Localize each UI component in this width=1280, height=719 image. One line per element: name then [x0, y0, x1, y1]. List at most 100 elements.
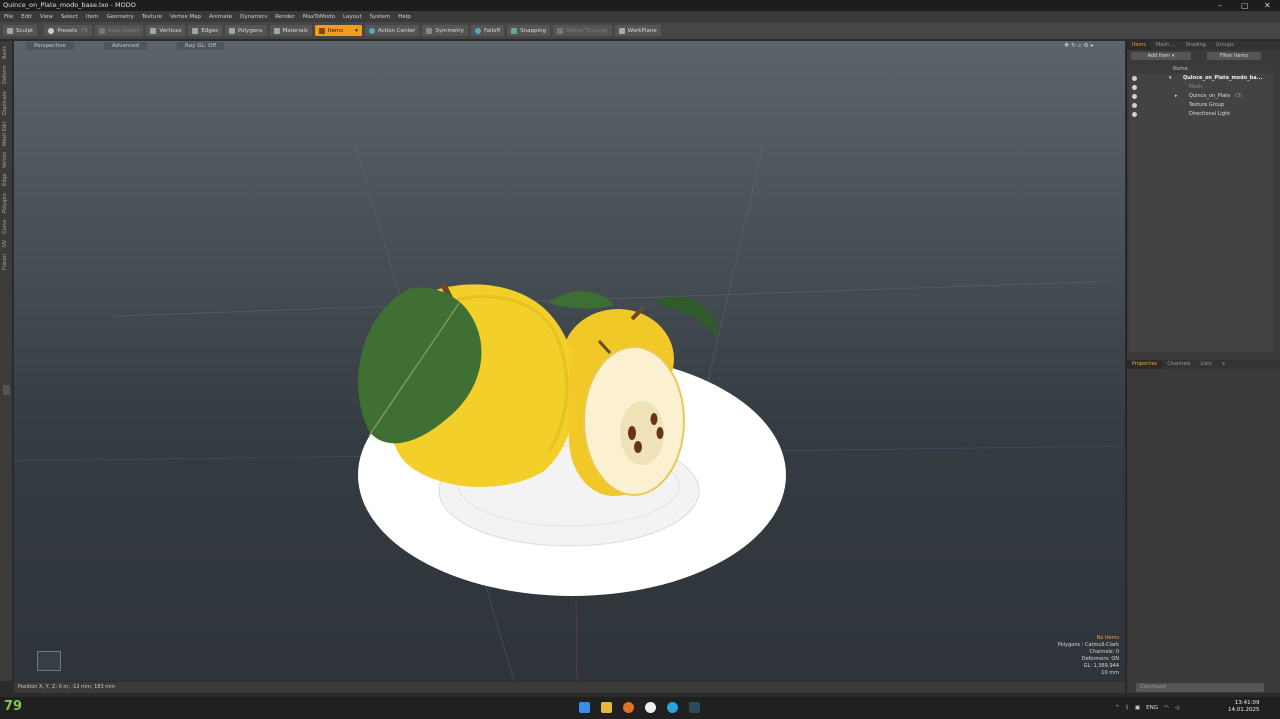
tab-shading[interactable]: Shading	[1181, 41, 1211, 50]
falloff-button[interactable]: Falloff	[470, 25, 505, 36]
minimize-icon[interactable]: –	[1218, 0, 1222, 11]
auto-select-button[interactable]: Auto Select	[94, 25, 144, 36]
presets-button[interactable]: Presets F6	[44, 25, 92, 36]
add-tab-button[interactable]: +	[1217, 360, 1231, 369]
materials-icon	[273, 27, 280, 34]
menu-vertex-map[interactable]: Vertex Map	[170, 14, 201, 20]
3d-viewport[interactable]: Perspective Advanced Ray GL: Off ✥↻⌕⚙▸ N…	[14, 41, 1125, 681]
menu-item[interactable]: Item	[86, 14, 99, 20]
visibility-eye-icon[interactable]	[1132, 76, 1137, 81]
polygons-icon	[229, 27, 236, 34]
maximize-icon[interactable]: ▢	[1241, 0, 1249, 11]
workplane-button[interactable]: WorkPlane	[614, 25, 661, 36]
menu-maxtomodo[interactable]: MaxToModo	[303, 14, 335, 20]
polygons-button[interactable]: Polygons	[225, 25, 267, 36]
filter-items-button[interactable]: Filter Items	[1207, 52, 1261, 60]
start-icon[interactable]	[579, 702, 590, 713]
menu-animate[interactable]: Animate	[209, 14, 232, 20]
tab-uv[interactable]: UV	[2, 238, 11, 249]
menu-file[interactable]: File	[4, 14, 13, 20]
menu-dynamics[interactable]: Dynamics	[240, 14, 267, 20]
tray-expand-icon[interactable]: ⌃	[1115, 705, 1120, 711]
os-taskbar: 79 ⌃ ᛒ ▣ ENG ◠ ◁ 13:41:09 14.01.2025	[0, 697, 1280, 719]
visibility-eye-icon[interactable]	[1132, 112, 1137, 117]
panel-collapse-handle[interactable]	[3, 385, 10, 395]
gl-count-info: GL: 1,369,944	[1083, 663, 1119, 669]
tab-edge[interactable]: Edge	[2, 172, 11, 188]
language-indicator[interactable]: ENG	[1146, 705, 1158, 711]
yandex-browser-icon[interactable]	[645, 702, 656, 713]
tab-basic[interactable]: Basic	[2, 44, 11, 61]
tab-mesh[interactable]: Mesh ...	[1151, 41, 1181, 50]
menu-view[interactable]: View	[40, 14, 53, 20]
add-item-button[interactable]: Add Item ▾	[1131, 52, 1191, 60]
tab-deform[interactable]: Deform	[2, 64, 11, 86]
close-icon[interactable]: ✕	[1264, 0, 1271, 11]
tab-groups[interactable]: Groups	[1211, 41, 1239, 50]
tab-fusion[interactable]: Fusion	[2, 252, 11, 272]
select-through-button[interactable]: Select Through	[553, 25, 612, 36]
menu-system[interactable]: System	[370, 14, 391, 20]
polygons-info: Polygons : Catmull-Clark	[1057, 642, 1119, 648]
snapping-icon	[511, 27, 518, 34]
tab-duplicate[interactable]: Duplicate	[2, 89, 11, 117]
command-input[interactable]: Command	[1136, 683, 1264, 692]
visibility-eye-icon[interactable]	[1132, 85, 1137, 90]
action-center-icon	[368, 27, 375, 34]
list-item[interactable]: ▸ Quince_on_Plate (3)	[1129, 92, 1273, 101]
snapping-button[interactable]: Snapping	[507, 25, 551, 36]
menu-render[interactable]: Render	[275, 14, 295, 20]
items-icon	[318, 27, 325, 34]
symmetry-icon	[426, 27, 433, 34]
action-center-button[interactable]: Action Center	[364, 25, 420, 36]
symmetry-button[interactable]: Symmetry	[422, 25, 468, 36]
bluetooth-icon[interactable]: ᛒ	[1126, 705, 1129, 711]
visibility-eye-icon[interactable]	[1132, 94, 1137, 99]
browser-icon[interactable]	[623, 702, 634, 713]
viewport-info: No Items Polygons : Catmull-Clark Channe…	[1058, 635, 1119, 677]
menu-geometry[interactable]: Geometry	[106, 14, 133, 20]
menu-layout[interactable]: Layout	[343, 14, 362, 20]
tab-properties[interactable]: Properties	[1127, 360, 1163, 369]
deformers-info: Deformers: ON	[1081, 656, 1119, 662]
volume-icon[interactable]: ◁	[1175, 705, 1179, 711]
expand-icon[interactable]: ▸	[1175, 92, 1178, 101]
vertices-button[interactable]: Vertices	[146, 25, 186, 36]
network-icon[interactable]: ▣	[1135, 705, 1140, 711]
clock[interactable]: 13:41:09 14.01.2025	[1228, 700, 1260, 714]
tab-channels[interactable]: Channels	[1162, 360, 1195, 369]
auto-select-icon	[98, 27, 105, 34]
items-dropdown-icon: ▾	[355, 27, 358, 34]
visibility-eye-icon[interactable]	[1132, 103, 1137, 108]
tab-vertex[interactable]: Vertex	[2, 151, 11, 169]
materials-button[interactable]: Materials	[269, 25, 312, 36]
telegram-icon[interactable]	[667, 702, 678, 713]
expand-icon[interactable]: ▾	[1169, 74, 1172, 83]
menu-select[interactable]: Select	[61, 14, 78, 20]
scene-render	[14, 140, 1125, 681]
list-item[interactable]: ▾ Quince_on_Plate_modo_ba...	[1129, 74, 1273, 83]
items-button[interactable]: Items ▾	[314, 25, 362, 36]
title-bar: Quince_on_Plate_modo_base.lxo - MODO – ▢…	[0, 0, 1280, 11]
menu-edit[interactable]: Edit	[21, 14, 32, 20]
position-readout: Position X, Y, Z: 0 m, -12 mm, 183 mm	[18, 684, 115, 690]
list-item[interactable]: Directional Light	[1129, 110, 1273, 119]
tab-lists[interactable]: Lists	[1195, 360, 1216, 369]
modo-app-icon[interactable]	[689, 702, 700, 713]
tab-curve[interactable]: Curve	[2, 218, 11, 235]
tab-polygon[interactable]: Polygon	[2, 191, 11, 215]
tab-mesh-edit[interactable]: Mesh Edit	[2, 120, 11, 148]
select-through-icon	[557, 27, 564, 34]
edges-button[interactable]: Edges	[188, 25, 223, 36]
list-item[interactable]: Mesh	[1129, 83, 1273, 92]
sculpt-button[interactable]: Sculpt	[3, 25, 38, 36]
vertices-icon	[150, 27, 157, 34]
wifi-icon[interactable]: ◠	[1164, 705, 1169, 711]
menu-texture[interactable]: Texture	[142, 14, 162, 20]
tool-tabs: Basic Deform Duplicate Mesh Edit Vertex …	[0, 41, 13, 681]
weather-widget[interactable]: 79	[4, 699, 22, 714]
tab-items[interactable]: Items	[1127, 41, 1151, 50]
menu-help[interactable]: Help	[398, 14, 411, 20]
file-explorer-icon[interactable]	[601, 702, 612, 713]
list-item[interactable]: Texture Group	[1129, 101, 1273, 110]
